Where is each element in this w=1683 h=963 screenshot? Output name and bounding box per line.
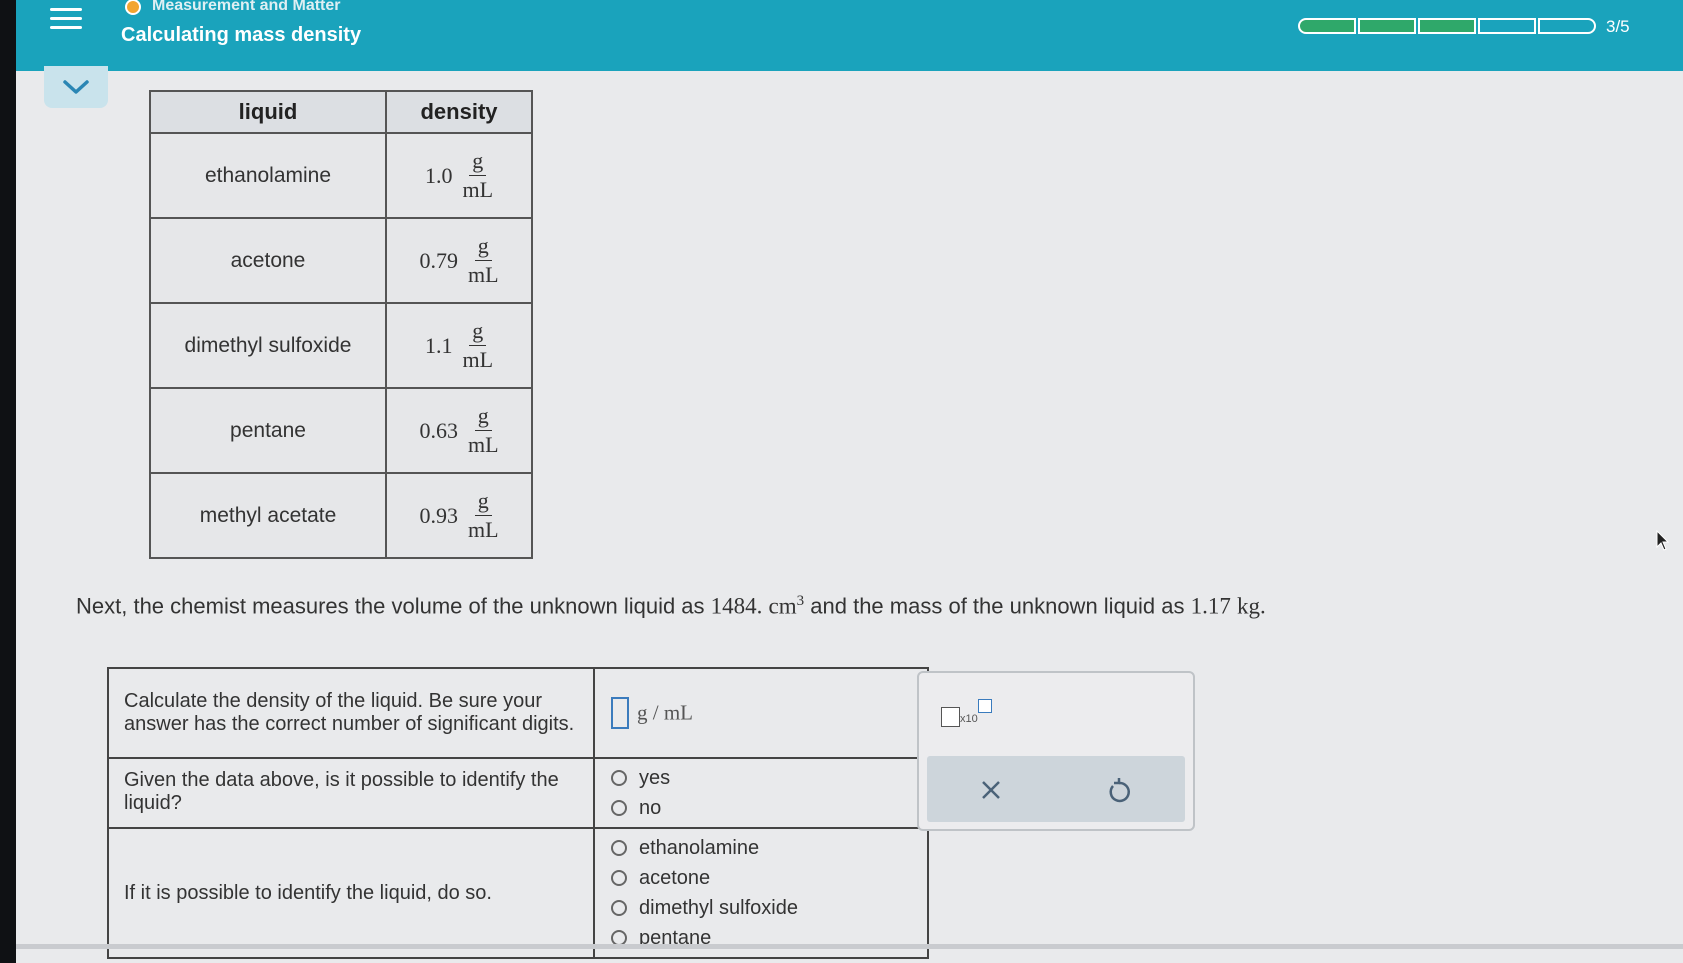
question-which-liquid: If it is possible to identify the liquid… <box>107 827 595 959</box>
topic-status-icon <box>125 0 141 15</box>
table-row: pentane 0.63 g mL <box>149 387 533 474</box>
undo-icon <box>1109 778 1130 803</box>
radio-button[interactable] <box>611 770 627 786</box>
liquid-name: ethanolamine <box>149 132 387 219</box>
panel-actions <box>927 756 1185 822</box>
x10-label: x10 <box>960 713 978 725</box>
menu-icon[interactable] <box>46 0 86 40</box>
option-dimethyl-sulfoxide[interactable]: dimethyl sulfoxide <box>611 893 911 923</box>
table-row: ethanolamine 1.0 g mL <box>149 132 533 219</box>
density-value: 1.0 <box>424 162 453 188</box>
mass-value: 1.17 <box>1190 593 1231 619</box>
undo-button[interactable] <box>1099 770 1139 810</box>
option-label: no <box>639 796 662 819</box>
density-value-cell: 0.93 g mL <box>385 472 533 559</box>
table-row: acetone 0.79 g mL <box>149 217 533 304</box>
liquid-name: dimethyl sulfoxide <box>149 302 387 389</box>
density-table: liquid density ethanolamine 1.0 g mL aceto… <box>149 90 533 559</box>
topic-label: Measurement and Matter <box>152 0 341 14</box>
collapse-button[interactable] <box>44 66 108 108</box>
density-value-cell: 0.63 g mL <box>385 387 533 474</box>
statement-end: . <box>1260 593 1266 619</box>
unit-numerator: g <box>474 404 492 431</box>
mass-unit: kg <box>1237 593 1260 619</box>
table-row: methyl acetate 0.93 g mL <box>149 472 533 559</box>
unit-numerator: g <box>474 489 492 516</box>
radio-button[interactable] <box>611 800 627 816</box>
column-header-liquid: liquid <box>149 90 387 134</box>
density-value: 0.93 <box>419 502 458 528</box>
option-label: yes <box>639 766 671 789</box>
volume-value: 1484. <box>710 593 763 619</box>
option-label: ethanolamine <box>639 836 760 859</box>
density-answer-input[interactable] <box>611 697 629 729</box>
question-table: Calculate the density of the liquid. Be … <box>107 667 929 959</box>
answer-tools-panel: x10 <box>917 671 1195 831</box>
question-row: If it is possible to identify the liquid… <box>107 827 929 959</box>
scientific-notation-button[interactable]: x10 <box>941 699 1001 727</box>
radio-button[interactable] <box>611 870 627 886</box>
option-no[interactable]: no <box>611 793 911 823</box>
density-value: 0.79 <box>419 247 458 273</box>
answer-unit: g / mL <box>637 700 693 725</box>
statement-text: Next, the chemist measures the volume of… <box>76 593 711 619</box>
liquid-name: pentane <box>149 387 387 474</box>
question-identify: Given the data above, is it possible to … <box>107 757 595 829</box>
answer-identify-cell: yes no <box>593 757 929 829</box>
progress-segment <box>1538 18 1596 34</box>
progress-label: 3/5 <box>1606 17 1630 36</box>
close-icon <box>982 781 1000 799</box>
unit-denominator: mL <box>467 432 499 457</box>
progress-segment <box>1418 18 1476 34</box>
problem-statement: Next, the chemist measures the volume of… <box>76 593 1266 619</box>
density-value: 0.63 <box>419 417 458 443</box>
density-value: 1.1 <box>424 332 453 358</box>
density-value-cell: 1.1 g mL <box>385 302 533 389</box>
volume-unit: cm <box>768 593 797 619</box>
option-ethanolamine[interactable]: ethanolamine <box>611 833 911 863</box>
option-acetone[interactable]: acetone <box>611 863 911 893</box>
unit-denominator: mL <box>467 517 499 542</box>
statement-text: and the mass of the unknown liquid as <box>804 593 1191 619</box>
progress-segment <box>1298 18 1356 34</box>
progress-segment <box>1478 18 1536 34</box>
question-row: Given the data above, is it possible to … <box>107 757 929 829</box>
exponent-box <box>978 699 992 713</box>
unit-numerator: g <box>474 234 492 261</box>
mouse-cursor-icon <box>1656 530 1670 551</box>
clear-button[interactable] <box>971 770 1011 810</box>
unit-denominator: mL <box>467 262 499 287</box>
base-box <box>941 707 960 727</box>
progress-bar <box>1298 18 1596 34</box>
column-header-density: density <box>385 90 533 134</box>
header-bar: Measurement and Matter Calculating mass … <box>16 0 1683 71</box>
bottom-divider <box>16 944 1683 949</box>
option-yes[interactable]: yes <box>611 763 911 793</box>
option-label: dimethyl sulfoxide <box>639 896 798 919</box>
unit-denominator: mL <box>462 177 494 202</box>
unit-numerator: g <box>469 149 487 176</box>
question-density: Calculate the density of the liquid. Be … <box>107 667 595 759</box>
unit-numerator: g <box>469 319 487 346</box>
option-label: acetone <box>639 866 711 889</box>
density-value-cell: 1.0 g mL <box>385 132 533 219</box>
radio-button[interactable] <box>611 900 627 916</box>
liquid-name: methyl acetate <box>149 472 387 559</box>
density-value-cell: 0.79 g mL <box>385 217 533 304</box>
answer-liquid-cell: ethanolamine acetone dimethyl sulfoxide … <box>593 827 929 959</box>
screen: Measurement and Matter Calculating mass … <box>16 0 1683 963</box>
page-title: Calculating mass density <box>121 24 362 46</box>
progress-segment <box>1358 18 1416 34</box>
answer-density-cell: g / mL <box>593 667 929 759</box>
liquid-name: acetone <box>149 217 387 304</box>
table-row: dimethyl sulfoxide 1.1 g mL <box>149 302 533 389</box>
unit-denominator: mL <box>462 347 494 372</box>
question-row: Calculate the density of the liquid. Be … <box>107 667 929 759</box>
chevron-down-icon <box>63 80 89 94</box>
radio-button[interactable] <box>611 840 627 856</box>
